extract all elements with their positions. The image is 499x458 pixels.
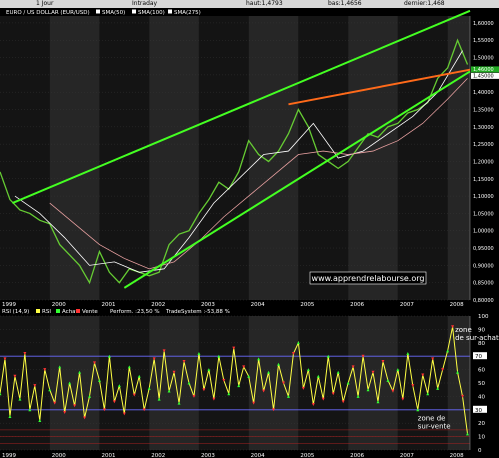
legend-swatch <box>96 9 100 14</box>
rsi-panel: 0102030405060708090100 19992000200120022… <box>0 309 499 458</box>
low-label: bas:1,4656 <box>328 0 362 7</box>
price-y-tick-label: 1,10000 <box>473 194 494 200</box>
price-year-band <box>248 16 299 300</box>
rsi-x-tick-label: 2006 <box>350 453 364 458</box>
price-year-band <box>49 16 100 300</box>
price-y-tick-label: 1,00000 <box>473 229 494 235</box>
rsi-x-tick-label: 2007 <box>400 453 414 458</box>
rsi-legend-entry: RSI <box>42 309 51 315</box>
rsi-legend-entry: Perform. :23,50 % <box>110 309 160 315</box>
rsi-y-tick-label: 50 <box>478 381 485 387</box>
rsi-legend-entry: Vente <box>82 309 98 315</box>
rsi-chart-title: RSI (14,9) <box>2 309 29 315</box>
price-x-tick-label: 2006 <box>350 302 364 308</box>
rsi-y-tick-label: 40 <box>478 394 485 400</box>
price-panel: 0,80000 0,85000 0,90000 0,95000 1,00000 1,050… <box>0 9 499 308</box>
price-y-tick-label: 1,15000 <box>473 177 494 183</box>
rsi-annotation-text: zone de <box>418 415 446 423</box>
price-x-tick-label: 2002 <box>151 302 165 308</box>
rsi-legend-swatch <box>76 309 80 313</box>
rsi-x-tick-label: 1999 <box>2 453 16 458</box>
price-y-tick-label: 0,80000 <box>473 298 494 304</box>
rsi-legend-swatch <box>56 309 60 313</box>
rsi-x-tick-label: 2002 <box>151 453 165 458</box>
price-x-tick-label: 2000 <box>52 302 66 308</box>
price-y-tick-label: 1,30000 <box>473 125 494 131</box>
rsi-y-tick-label: 0 <box>478 448 482 454</box>
legend-swatch <box>132 9 136 14</box>
price-year-band <box>0 16 50 300</box>
timeframe-label: 1 Jour <box>36 0 54 7</box>
rsi-x-tick-label: 2008 <box>450 453 464 458</box>
price-y-tick-label: 1,60000 <box>473 21 494 27</box>
rsi-annotation-text: zone <box>455 326 472 334</box>
price-chart-title: EURO / US DOLLAR (EUR/USD) <box>6 10 90 16</box>
price-year-band <box>99 16 150 300</box>
price-legend-entry: SMA(100) <box>138 10 165 16</box>
last-price-label: 1,45000 <box>473 74 494 80</box>
last-label: dernier:1,468 <box>404 0 445 7</box>
rsi-x-tick-label: 2003 <box>201 453 215 458</box>
rsi-y-tick-label: 20 <box>478 421 485 427</box>
price-x-tick-label: 1999 <box>2 302 16 308</box>
price-legend-entry: SMA(275) <box>174 10 201 16</box>
price-x-tick-label: 2007 <box>400 302 414 308</box>
watermark-text: www.apprendrelabourse.org <box>312 274 425 283</box>
price-x-tick-label: 2001 <box>101 302 115 308</box>
price-y-tick-label: 1,35000 <box>473 108 494 114</box>
high-label: haut:1,4793 <box>246 0 283 7</box>
rsi-x-tick-label: 2004 <box>251 453 265 458</box>
price-x-tick-label: 2005 <box>300 302 314 308</box>
chart-canvas: 0,80000 0,85000 0,90000 0,95000 1,00000 1,050… <box>0 9 499 458</box>
rsi-y-tick-label: 100 <box>478 314 489 320</box>
rsi-annotation-text: sur-vente <box>418 423 451 431</box>
price-y-tick-label: 1,25000 <box>473 142 494 148</box>
mode-label: Intraday <box>132 0 158 7</box>
legend-swatch <box>168 9 172 14</box>
rsi-x-tick-label: 2000 <box>52 453 66 458</box>
rsi-x-tick-label: 2001 <box>101 453 115 458</box>
price-legend-entry: SMA(50) <box>102 10 125 16</box>
price-y-tick-label: 1,40000 <box>473 90 494 96</box>
rsi-y-tick-label: 60 <box>478 368 485 374</box>
price-y-tick-label: 0,95000 <box>473 246 494 252</box>
price-y-tick-label: 1,55000 <box>473 38 494 44</box>
price-y-tick-label: 0,90000 <box>473 263 494 269</box>
price-y-tick-label: 1,50000 <box>473 56 494 62</box>
price-x-tick-label: 2003 <box>201 302 215 308</box>
rsi-y-tick-label: 10 <box>478 435 485 441</box>
rsi-y-tick-label: 90 <box>478 327 485 333</box>
price-year-band <box>198 16 249 300</box>
price-x-tick-label: 2008 <box>450 302 464 308</box>
rsi-legend-swatch <box>36 309 40 313</box>
top-info-bar: 1 Jour Intraday haut:1,4793 bas:1,4656 d… <box>0 0 499 8</box>
rsi-x-tick-label: 2005 <box>300 453 314 458</box>
rsi-legend-entry: TradeSystem :-53,88 % <box>165 309 230 315</box>
price-y-tick-label: 1,05000 <box>473 211 494 217</box>
rsi-level-label: 70 <box>475 354 482 360</box>
price-y-tick-label: 0,85000 <box>473 281 494 287</box>
price-y-tick-label: 1,20000 <box>473 159 494 165</box>
price-year-band <box>397 16 448 300</box>
last-price-label: 1,46000 <box>473 67 494 73</box>
rsi-level-label: 30 <box>475 408 482 414</box>
price-x-tick-label: 2004 <box>251 302 265 308</box>
rsi-annotation-text: de sur-achat <box>455 334 499 342</box>
